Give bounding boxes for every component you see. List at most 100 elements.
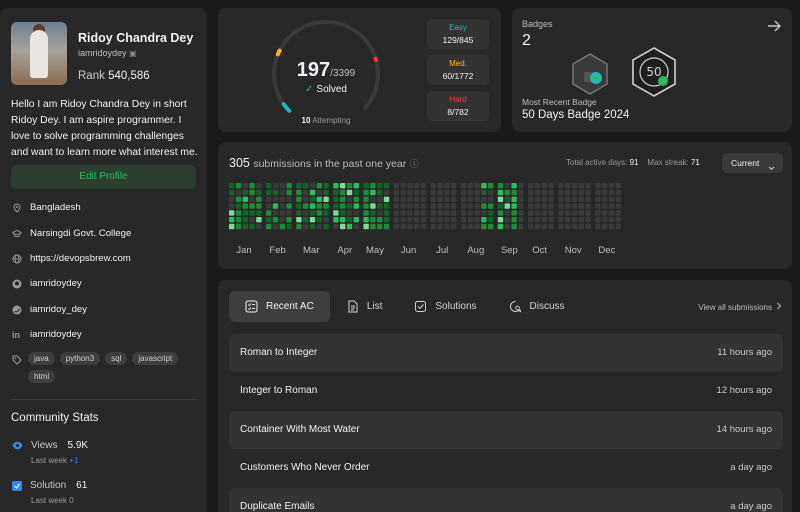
heatmap-cell[interactable]: [585, 223, 591, 230]
heatmap-cell[interactable]: [383, 203, 390, 209]
heatmap-cell[interactable]: [272, 183, 279, 189]
heatmap-cell[interactable]: [235, 210, 242, 216]
heatmap-cell[interactable]: [608, 210, 615, 216]
heatmap-cell[interactable]: [286, 183, 292, 189]
heatmap-cell[interactable]: [558, 196, 564, 202]
heatmap-cell[interactable]: [353, 183, 359, 189]
heatmap-cell[interactable]: [437, 210, 443, 216]
heatmap-cell[interactable]: [383, 223, 390, 230]
heatmap-cell[interactable]: [346, 217, 353, 223]
heatmap-cell[interactable]: [249, 196, 255, 202]
heatmap-cell[interactable]: [393, 203, 399, 209]
heatmap-cell[interactable]: [363, 189, 369, 196]
heatmap-cell[interactable]: [571, 210, 578, 216]
heatmap-cell[interactable]: [585, 189, 591, 196]
heatmap-cell[interactable]: [235, 189, 242, 196]
linkedin-link[interactable]: in iamridoydey: [12, 329, 82, 340]
heatmap-cell[interactable]: [296, 217, 302, 223]
heatmap-cell[interactable]: [474, 217, 480, 223]
heatmap-cell[interactable]: [437, 217, 443, 223]
heatmap-cell[interactable]: [340, 189, 346, 196]
heatmap-cell[interactable]: [407, 217, 413, 223]
heatmap-cell[interactable]: [444, 183, 450, 189]
heatmap-cell[interactable]: [316, 189, 322, 196]
heatmap-cell[interactable]: [595, 210, 601, 216]
heatmap-cell[interactable]: [437, 183, 443, 189]
heatmap-cell[interactable]: [528, 203, 534, 209]
heatmap-cell[interactable]: [303, 189, 309, 196]
heatmap-cell[interactable]: [558, 217, 564, 223]
heatmap-cell[interactable]: [595, 203, 601, 209]
heatmap-cell[interactable]: [451, 217, 457, 223]
heatmap-cell[interactable]: [400, 196, 406, 202]
heatmap-cell[interactable]: [430, 210, 436, 216]
heatmap-cell[interactable]: [518, 189, 524, 196]
submission-row[interactable]: Container With Most Water 14 hours ago: [229, 411, 783, 449]
heatmap-cell[interactable]: [474, 189, 480, 196]
heatmap-cell[interactable]: [333, 183, 339, 189]
heatmap-cell[interactable]: [571, 183, 578, 189]
heatmap-cell[interactable]: [340, 196, 346, 202]
heatmap-cell[interactable]: [286, 203, 292, 209]
heatmap-cell[interactable]: [383, 196, 390, 202]
heatmap-cell[interactable]: [256, 189, 262, 196]
heatmap-cell[interactable]: [249, 203, 255, 209]
heatmap-cell[interactable]: [309, 183, 316, 189]
heatmap-cell[interactable]: [488, 183, 494, 189]
heatmap-cell[interactable]: [229, 183, 235, 189]
heatmap-cell[interactable]: [602, 217, 608, 223]
heatmap-cell[interactable]: [444, 223, 450, 230]
heatmap-cell[interactable]: [558, 189, 564, 196]
heatmap-cell[interactable]: [504, 203, 510, 209]
heatmap-cell[interactable]: [444, 210, 450, 216]
heatmap-cell[interactable]: [333, 210, 339, 216]
heatmap-cell[interactable]: [235, 203, 242, 209]
heatmap-cell[interactable]: [242, 203, 248, 209]
heatmap-cell[interactable]: [444, 189, 450, 196]
heatmap-cell[interactable]: [272, 210, 279, 216]
heatmap-cell[interactable]: [309, 203, 316, 209]
heatmap-cell[interactable]: [608, 217, 615, 223]
heatmap-cell[interactable]: [333, 196, 339, 202]
heatmap-cell[interactable]: [488, 210, 494, 216]
heatmap-cell[interactable]: [578, 210, 584, 216]
heatmap-cell[interactable]: [400, 223, 406, 230]
heatmap-cell[interactable]: [235, 183, 242, 189]
heatmap-cell[interactable]: [511, 217, 517, 223]
heatmap-cell[interactable]: [363, 217, 369, 223]
heatmap-cell[interactable]: [571, 217, 578, 223]
heatmap-cell[interactable]: [400, 183, 406, 189]
heatmap-cell[interactable]: [615, 203, 621, 209]
heatmap-cell[interactable]: [467, 196, 473, 202]
heatmap-cell[interactable]: [585, 210, 591, 216]
heatmap-cell[interactable]: [383, 217, 390, 223]
heatmap-cell[interactable]: [309, 210, 316, 216]
heatmap-cell[interactable]: [242, 189, 248, 196]
heatmap-cell[interactable]: [286, 223, 292, 230]
heatmap-cell[interactable]: [534, 223, 541, 230]
heatmap-cell[interactable]: [504, 217, 510, 223]
heatmap-cell[interactable]: [303, 217, 309, 223]
heatmap-cell[interactable]: [565, 196, 571, 202]
heatmap-cell[interactable]: [595, 189, 601, 196]
heatmap-cell[interactable]: [279, 183, 285, 189]
heatmap-cell[interactable]: [323, 223, 329, 230]
heatmap-cell[interactable]: [481, 217, 487, 223]
year-select[interactable]: Current: [722, 153, 783, 173]
heatmap-cell[interactable]: [256, 183, 262, 189]
heatmap-cell[interactable]: [346, 203, 353, 209]
heatmap-cell[interactable]: [541, 189, 547, 196]
heatmap-cell[interactable]: [249, 210, 255, 216]
heatmap-cell[interactable]: [578, 203, 584, 209]
heatmap-cell[interactable]: [578, 189, 584, 196]
heatmap-cell[interactable]: [430, 203, 436, 209]
heatmap-cell[interactable]: [323, 210, 329, 216]
heatmap-cell[interactable]: [511, 203, 517, 209]
heatmap-cell[interactable]: [303, 203, 309, 209]
heatmap-cell[interactable]: [548, 210, 554, 216]
heatmap-cell[interactable]: [451, 189, 457, 196]
heatmap-cell[interactable]: [467, 210, 473, 216]
heatmap-cell[interactable]: [497, 203, 504, 209]
heatmap-cell[interactable]: [296, 223, 302, 230]
heatmap-cell[interactable]: [602, 196, 608, 202]
